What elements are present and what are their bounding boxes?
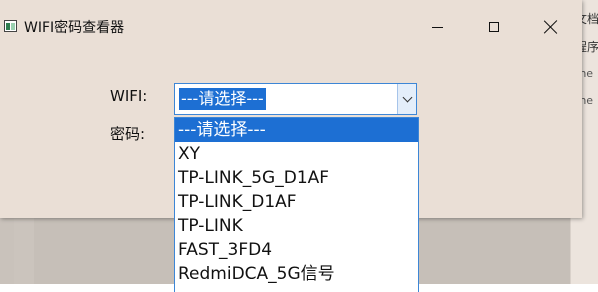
password-label: 密码: bbox=[110, 125, 146, 143]
wifi-label: WIFI: bbox=[110, 87, 148, 105]
wifi-select[interactable]: ---请选择--- bbox=[174, 83, 417, 115]
wifi-option[interactable]: TP-LINK_5G_D1AF bbox=[175, 166, 418, 190]
minimize-icon bbox=[431, 26, 443, 28]
title-bar[interactable]: WIFI密码查看器 bbox=[0, 0, 582, 54]
wifi-option[interactable]: TP-LINK_D1AF bbox=[175, 190, 418, 214]
wifi-option[interactable]: RedmiDCA_5G信号 bbox=[175, 262, 418, 286]
wifi-option[interactable]: XY bbox=[175, 142, 418, 166]
close-icon bbox=[544, 20, 558, 34]
window-title: WIFI密码查看器 bbox=[24, 20, 125, 36]
maximize-button[interactable] bbox=[471, 8, 517, 46]
wifi-option[interactable]: FAST_3FD4 bbox=[175, 238, 418, 262]
wifi-select-dropdown-button[interactable] bbox=[397, 84, 416, 114]
maximize-icon bbox=[489, 22, 499, 32]
chevron-down-icon bbox=[402, 92, 412, 102]
app-icon bbox=[4, 20, 17, 32]
wifi-option[interactable]: TP-LINK bbox=[175, 214, 418, 238]
wifi-option[interactable]: ---请选择--- bbox=[175, 118, 418, 142]
wifi-select-value: ---请选择--- bbox=[179, 88, 266, 110]
close-button[interactable] bbox=[528, 8, 574, 46]
minimize-button[interactable] bbox=[414, 8, 460, 46]
wifi-dropdown-list[interactable]: ---请选择--- XY TP-LINK_5G_D1AF TP-LINK_D1A… bbox=[174, 117, 419, 292]
